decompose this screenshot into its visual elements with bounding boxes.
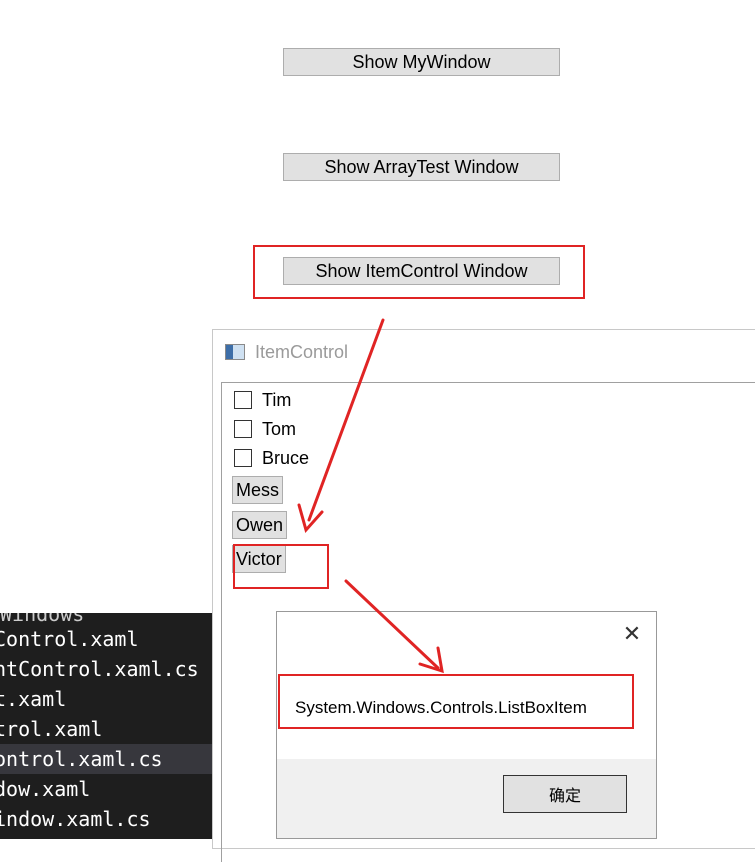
file-item[interactable]: t.xaml <box>0 684 213 714</box>
checkbox[interactable] <box>234 420 252 438</box>
ok-button[interactable]: 确定 <box>503 775 627 813</box>
message-box-dialog: ✕ System.Windows.Controls.ListBoxItem 确定 <box>276 611 657 839</box>
file-item[interactable]: ntControl.xaml.cs <box>0 654 213 684</box>
window-title: ItemControl <box>255 342 349 362</box>
show-arraytest-window-button[interactable]: Show ArrayTest Window <box>283 153 560 181</box>
show-mywindow-button[interactable]: Show MyWindow <box>283 48 560 76</box>
checkbox[interactable] <box>234 391 252 409</box>
victor-button[interactable]: Victor <box>232 545 286 573</box>
dialog-footer: 确定 <box>277 759 656 838</box>
file-item[interactable]: trol.xaml <box>0 714 213 744</box>
file-item[interactable]: dow.xaml <box>0 774 213 804</box>
file-item-selected[interactable]: ontrol.xaml.cs <box>0 744 213 774</box>
file-item[interactable]: indow.xaml.cs <box>0 804 213 834</box>
owen-button[interactable]: Owen <box>232 511 288 539</box>
checkbox-label: Tom <box>262 418 297 439</box>
file-item[interactable]: Control.xaml <box>0 624 213 654</box>
close-icon[interactable]: ✕ <box>622 623 642 645</box>
show-itemcontrol-window-button[interactable]: Show ItemControl Window <box>283 257 560 285</box>
solution-explorer-panel: Windows Control.xaml ntControl.xaml.cs t… <box>0 613 213 839</box>
checkbox-item-tim[interactable]: Tim <box>234 388 291 412</box>
checkbox[interactable] <box>234 449 252 467</box>
window-titlebar: ItemControl <box>225 340 348 364</box>
checkbox-item-tom[interactable]: Tom <box>234 417 296 441</box>
app-window-icon <box>225 344 245 360</box>
checkbox-label: Tim <box>262 389 292 410</box>
message-text: System.Windows.Controls.ListBoxItem <box>295 698 587 717</box>
checkbox-item-bruce[interactable]: Bruce <box>234 446 309 470</box>
checkbox-label: Bruce <box>262 447 310 468</box>
mess-button[interactable]: Mess <box>232 476 284 504</box>
